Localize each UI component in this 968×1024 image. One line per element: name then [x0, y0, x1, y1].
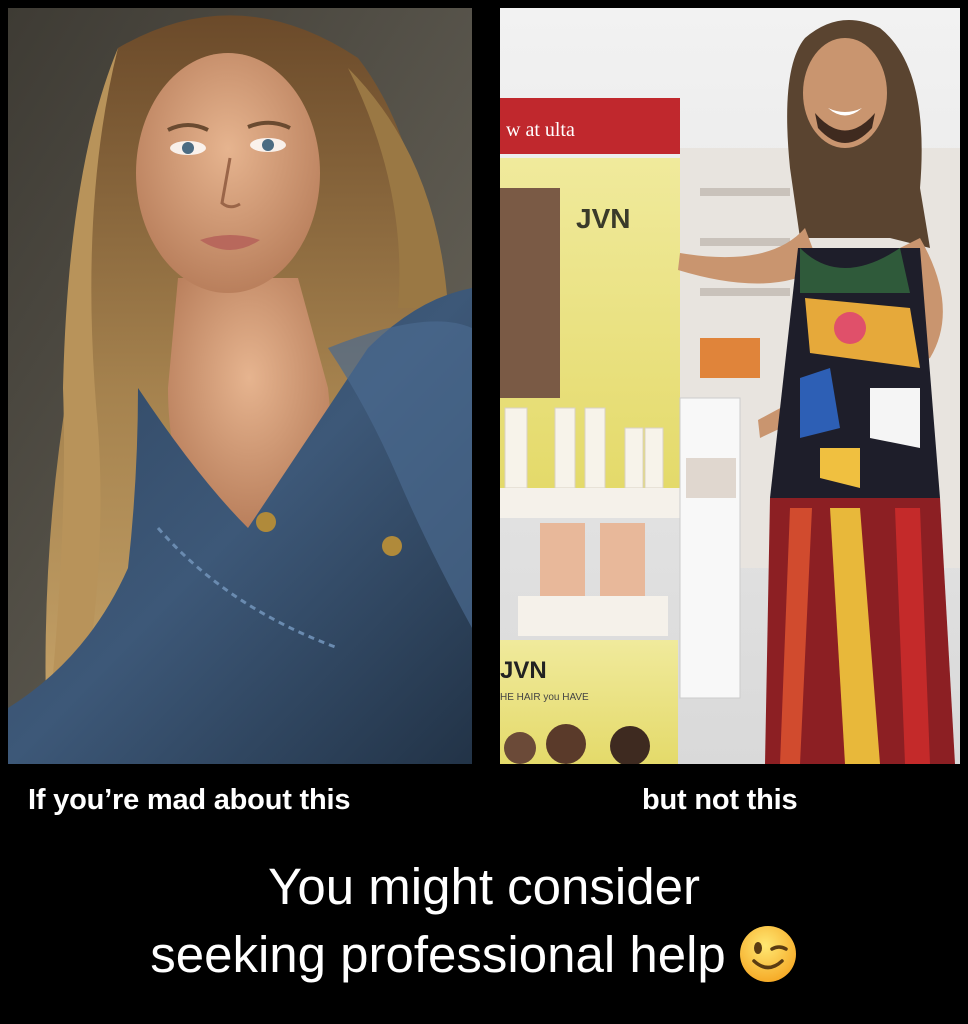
- display-brand-text: JVN: [576, 203, 630, 234]
- store-display-image: w at ulta JVN JVN HE HAIR you HAVE: [500, 8, 960, 764]
- caption-left: If you’re mad about this: [28, 784, 351, 816]
- right-photo: w at ulta JVN JVN HE HAIR you HAVE: [500, 8, 960, 764]
- caption-right: but not this: [642, 784, 798, 816]
- display-brand-lower-text: JVN: [500, 657, 547, 684]
- main-caption-line-1-text: You might consider: [268, 858, 700, 915]
- main-caption-line-2: seeking professional help: [0, 924, 958, 986]
- left-photo: [8, 8, 472, 764]
- portrait-image: [8, 8, 472, 764]
- store-sign-text: w at ulta: [506, 119, 575, 141]
- main-caption-line-1: You might consider: [0, 856, 968, 918]
- winking-face-icon: [739, 926, 796, 982]
- display-tagline-text: HE HAIR you HAVE: [500, 692, 589, 703]
- main-caption-line-2-text: seeking professional help: [150, 926, 726, 983]
